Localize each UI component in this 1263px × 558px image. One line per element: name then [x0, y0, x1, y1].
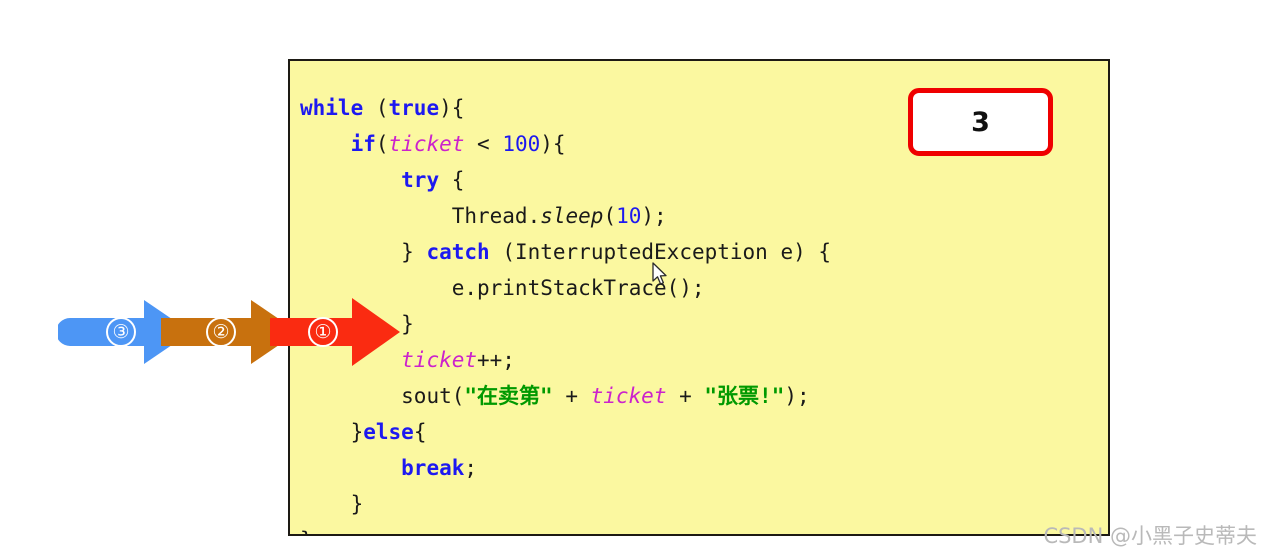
code-token: (InterruptedException e) { — [489, 240, 832, 264]
csdn-watermark: CSDN @小黑子史蒂夫 — [1043, 524, 1257, 548]
code-line: while (true){ — [300, 90, 831, 126]
code-line: } — [300, 486, 831, 522]
mouse-pointer-icon — [652, 262, 670, 286]
code-token: Thread. — [451, 204, 541, 228]
code-token: 100 — [502, 132, 541, 156]
code-token: catch — [426, 240, 490, 264]
code-token: } — [401, 240, 427, 264]
code-token: { — [439, 168, 465, 192]
code-line: if(ticket < 100){ — [300, 126, 831, 162]
code-token: + — [552, 384, 591, 408]
code-token: ){ — [540, 132, 566, 156]
code-line: }else{ — [300, 414, 831, 450]
code-token: break — [401, 456, 465, 480]
code-token: ); — [641, 204, 667, 228]
code-token: sleep — [540, 204, 604, 228]
code-token: sout( — [401, 384, 465, 408]
code-line: sout("在卖第" + ticket + "张票!"); — [300, 378, 831, 414]
code-token: } — [300, 528, 313, 534]
code-token: "张票!" — [704, 384, 785, 408]
code-line: } — [300, 522, 831, 534]
annotation-arrow-1: ① — [270, 296, 402, 368]
code-line: try { — [300, 162, 831, 198]
code-token: ticket — [388, 132, 465, 156]
code-token: while — [300, 96, 364, 120]
code-token: < — [464, 132, 503, 156]
code-line: break; — [300, 450, 831, 486]
step-number-value: 3 — [971, 106, 990, 138]
code-token: ( — [363, 96, 389, 120]
code-token: } — [401, 312, 414, 336]
code-token: "在卖第" — [464, 384, 553, 408]
code-token: ); — [784, 384, 810, 408]
code-token: + — [666, 384, 705, 408]
code-token: } — [350, 492, 364, 516]
step-number-box: 3 — [908, 88, 1053, 156]
code-token: try — [401, 168, 440, 192]
code-token: ; — [464, 456, 478, 480]
code-token: 10 — [616, 204, 642, 228]
code-token: ++; — [477, 348, 515, 372]
code-token: if — [350, 132, 376, 156]
code-token: ( — [603, 204, 617, 228]
code-token: ticket — [401, 348, 478, 372]
code-line: } catch (InterruptedException e) { — [300, 234, 831, 270]
code-token: ticket — [590, 384, 667, 408]
code-token: ( — [375, 132, 389, 156]
code-token: true — [388, 96, 440, 120]
code-line: Thread.sleep(10); — [300, 198, 831, 234]
code-token: } — [350, 420, 364, 444]
code-token: ){ — [439, 96, 465, 120]
code-token: else — [363, 420, 414, 444]
code-token: { — [413, 420, 427, 444]
